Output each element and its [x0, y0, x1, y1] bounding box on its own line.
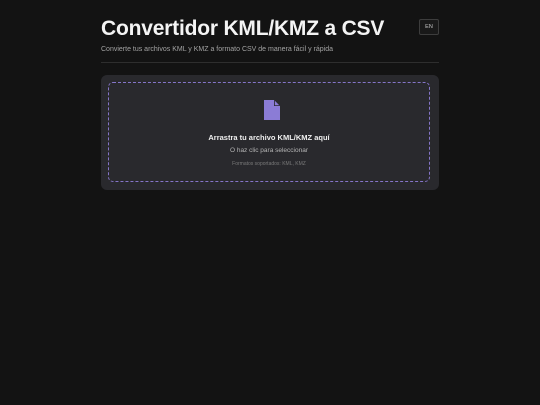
- page-title: Convertidor KML/KMZ a CSV: [101, 17, 385, 40]
- dropzone-hint: O haz clic para seleccionar: [229, 147, 309, 154]
- dropzone-title: Arrastra tu archivo KML/KMZ aquí: [208, 133, 330, 142]
- file-dropzone[interactable]: Arrastra tu archivo KML/KMZ aquí O haz c…: [108, 82, 430, 182]
- page-subtitle: Convierte tus archivos KML y KMZ a forma…: [101, 46, 333, 53]
- page-header: Convertidor KML/KMZ a CSV Convierte tus …: [101, 16, 439, 63]
- supported-formats-note: Formatos soportados: KML, KMZ: [232, 161, 306, 167]
- language-toggle-button[interactable]: EN: [419, 19, 439, 35]
- upload-card: Arrastra tu archivo KML/KMZ aquí O haz c…: [101, 75, 439, 190]
- file-icon: [264, 100, 280, 120]
- page: Convertidor KML/KMZ a CSV Convierte tus …: [0, 0, 540, 405]
